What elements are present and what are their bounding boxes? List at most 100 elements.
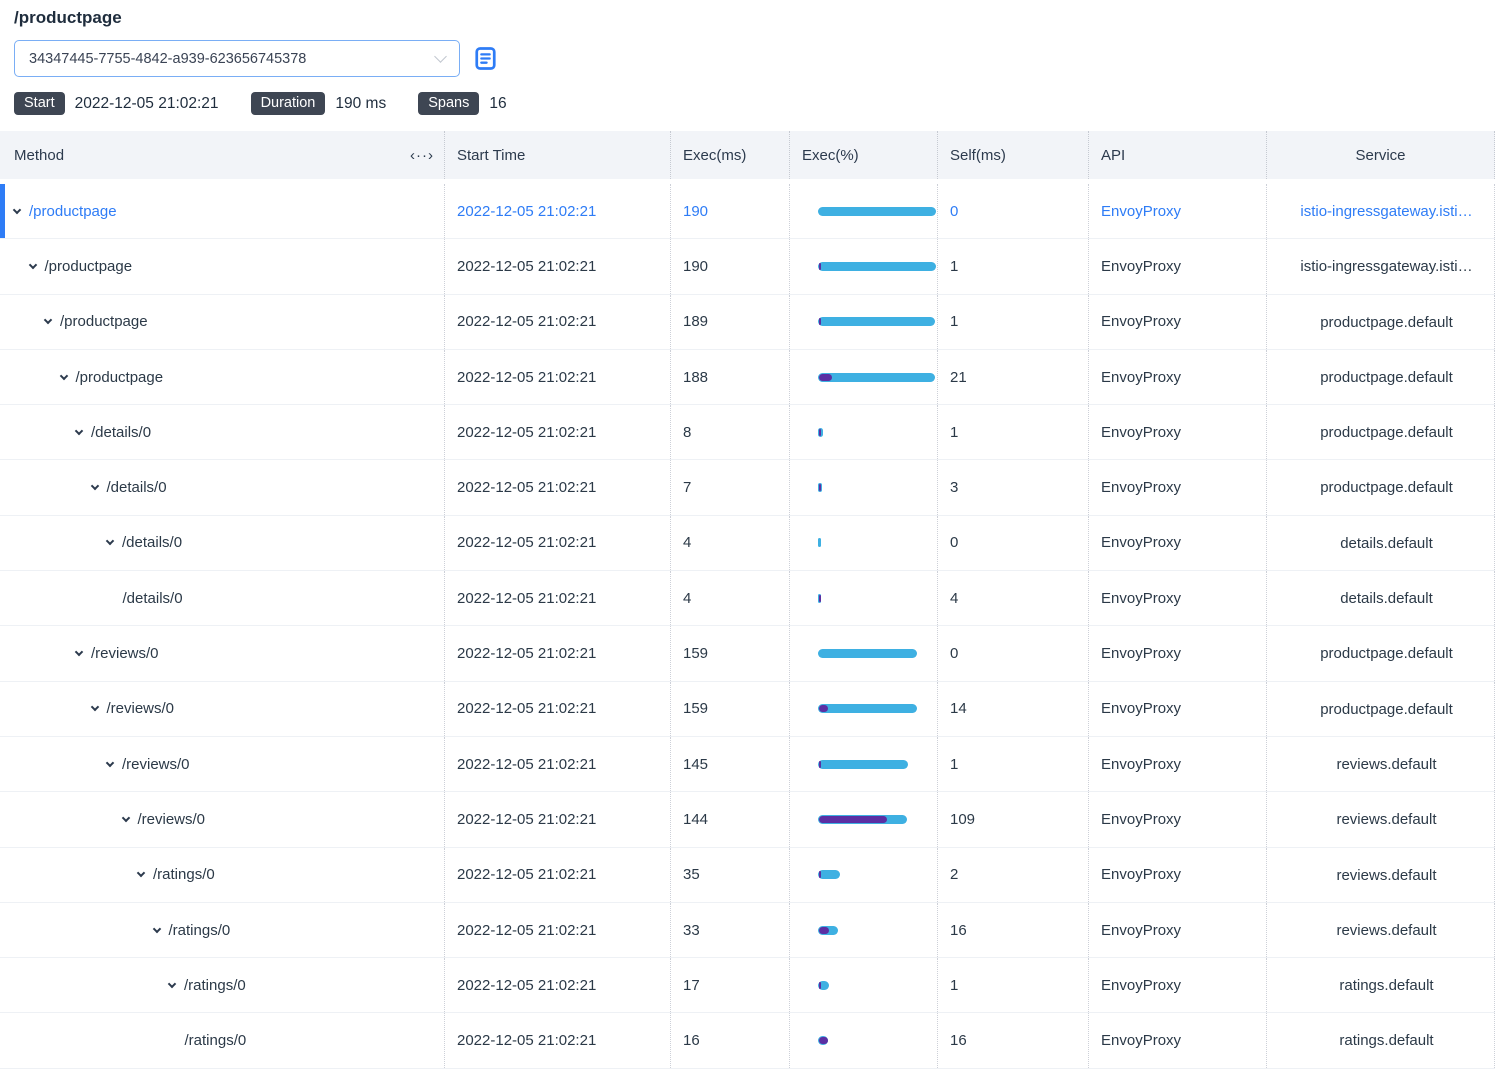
api-cell: EnvoyProxy: [1089, 792, 1267, 846]
method-cell: /productpage: [0, 350, 445, 404]
api-cell: EnvoyProxy: [1089, 848, 1267, 902]
exec-percent-cell: [790, 350, 938, 404]
self-ms-cell: 0: [938, 626, 1089, 680]
method-cell: /productpage: [0, 295, 445, 349]
service-cell: reviews.default: [1267, 903, 1495, 957]
table-row[interactable]: /reviews/02022-12-05 21:02:21144109Envoy…: [0, 792, 1495, 847]
exec-bar-self: [819, 318, 821, 325]
collapse-chevron-icon[interactable]: [28, 261, 36, 269]
spans-value: 16: [489, 95, 506, 113]
self-ms-cell: 4: [938, 571, 1089, 625]
exec-bar-self: [819, 761, 821, 768]
method-label: /ratings/0: [153, 866, 215, 883]
table-row[interactable]: /productpage2022-12-05 21:02:211900Envoy…: [0, 184, 1495, 239]
self-ms-cell: 2: [938, 848, 1089, 902]
api-cell: EnvoyProxy: [1089, 516, 1267, 570]
table-row[interactable]: /details/02022-12-05 21:02:2181EnvoyProx…: [0, 405, 1495, 460]
collapse-chevron-icon[interactable]: [152, 924, 160, 932]
exec-ms-cell: 190: [671, 239, 790, 293]
col-header-method: Method ‹··›: [0, 131, 445, 179]
exec-percent-bar: [818, 1036, 936, 1045]
trace-id-select[interactable]: 34347445-7755-4842-a939-623656745378: [14, 40, 460, 77]
service-cell: productpage.default: [1267, 626, 1495, 680]
table-row[interactable]: /productpage2022-12-05 21:02:211901Envoy…: [0, 239, 1495, 294]
method-cell: /ratings/0: [0, 958, 445, 1012]
exec-bar-self: [819, 982, 821, 989]
column-resize-icon[interactable]: ‹··›: [410, 147, 434, 164]
collapse-chevron-icon[interactable]: [137, 869, 145, 877]
exec-percent-bar: [818, 870, 936, 879]
method-cell: /reviews/0: [0, 626, 445, 680]
self-ms-cell: 1: [938, 405, 1089, 459]
exec-percent-bar: [818, 760, 936, 769]
exec-percent-cell: [790, 405, 938, 459]
collapse-chevron-icon[interactable]: [44, 316, 52, 324]
method-cell: /productpage: [0, 184, 445, 238]
collapse-chevron-icon[interactable]: [168, 980, 176, 988]
start-time-cell: 2022-12-05 21:02:21: [445, 848, 671, 902]
table-row[interactable]: /productpage2022-12-05 21:02:211891Envoy…: [0, 295, 1495, 350]
exec-percent-cell: [790, 737, 938, 791]
table-row[interactable]: /ratings/02022-12-05 21:02:21171EnvoyPro…: [0, 958, 1495, 1013]
exec-bar-total: [818, 428, 823, 437]
exec-bar-total: [818, 981, 829, 990]
exec-percent-cell: [790, 626, 938, 680]
service-cell: reviews.default: [1267, 848, 1495, 902]
self-ms-cell: 1: [938, 239, 1089, 293]
exec-ms-cell: 145: [671, 737, 790, 791]
collapse-chevron-icon[interactable]: [59, 371, 67, 379]
col-header-exec-ms: Exec(ms): [671, 131, 790, 179]
method-cell: /details/0: [0, 571, 445, 625]
service-cell: istio-ingressgateway.isti…: [1267, 184, 1495, 238]
col-header-exec-percent: Exec(%): [790, 131, 938, 179]
collapse-chevron-icon[interactable]: [121, 814, 129, 822]
trace-span-table: Method ‹··› Start Time Exec(ms) Exec(%) …: [0, 131, 1495, 1069]
start-time-cell: 2022-12-05 21:02:21: [445, 737, 671, 791]
exec-ms-cell: 4: [671, 571, 790, 625]
table-row[interactable]: /ratings/0 2022-12-05 21:02:2135 2EnvoyPro…: [0, 848, 1495, 903]
exec-percent-cell: [790, 460, 938, 514]
start-value: 2022-12-05 21:02:21: [75, 95, 219, 113]
exec-bar-self: [819, 1037, 828, 1044]
method-label: /reviews/0: [122, 756, 190, 773]
service-cell: details.default: [1267, 571, 1495, 625]
start-time-cell: 2022-12-05 21:02:21: [445, 350, 671, 404]
exec-percent-cell: [790, 239, 938, 293]
exec-bar-total: [818, 538, 821, 547]
exec-percent-bar: [818, 317, 936, 326]
page-title: /productpage: [14, 8, 1481, 28]
table-row[interactable]: /reviews/02022-12-05 21:02:2115914EnvoyP…: [0, 682, 1495, 737]
method-label: /ratings/0: [169, 922, 231, 939]
col-header-service: Service: [1267, 131, 1495, 179]
collapse-chevron-icon[interactable]: [75, 427, 83, 435]
api-cell: EnvoyProxy: [1089, 405, 1267, 459]
collapse-chevron-icon[interactable]: [75, 648, 83, 656]
method-cell: /details/0: [0, 460, 445, 514]
table-row[interactable]: /reviews/02022-12-05 21:02:211590EnvoyPr…: [0, 626, 1495, 681]
collapse-chevron-icon[interactable]: [90, 482, 98, 490]
table-row[interactable]: /productpage2022-12-05 21:02:2118821Envo…: [0, 350, 1495, 405]
copy-trace-icon[interactable]: [473, 46, 498, 71]
collapse-chevron-icon[interactable]: [106, 758, 114, 766]
table-row[interactable]: /details/02022-12-05 21:02:2140EnvoyProx…: [0, 516, 1495, 571]
exec-ms-cell: 35: [671, 848, 790, 902]
api-cell: EnvoyProxy: [1089, 350, 1267, 404]
collapse-chevron-icon[interactable]: [106, 537, 114, 545]
collapse-chevron-icon[interactable]: [13, 205, 21, 213]
exec-bar-total: [818, 1036, 828, 1045]
table-row[interactable]: /reviews/02022-12-05 21:02:211451EnvoyPr…: [0, 737, 1495, 792]
collapse-chevron-icon[interactable]: [90, 703, 98, 711]
exec-ms-cell: 7: [671, 460, 790, 514]
table-row[interactable]: /details/02022-12-05 21:02:2144EnvoyProx…: [0, 571, 1495, 626]
method-cell: /reviews/0: [0, 737, 445, 791]
table-row[interactable]: /ratings/02022-12-05 21:02:213316EnvoyPr…: [0, 903, 1495, 958]
method-cell: /details/0: [0, 405, 445, 459]
exec-ms-cell: 8: [671, 405, 790, 459]
exec-bar-self: [819, 484, 821, 491]
self-ms-cell: 0: [938, 184, 1089, 238]
start-time-cell: 2022-12-05 21:02:21: [445, 460, 671, 514]
exec-percent-bar: [818, 483, 936, 492]
exec-ms-cell: 190: [671, 184, 790, 238]
table-row[interactable]: /ratings/02022-12-05 21:02:211616EnvoyPr…: [0, 1013, 1495, 1068]
table-row[interactable]: /details/02022-12-05 21:02:2173EnvoyProx…: [0, 460, 1495, 515]
